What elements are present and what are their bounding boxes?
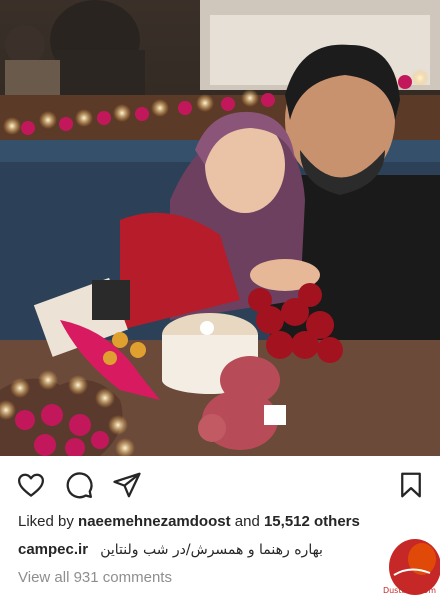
post-image — [0, 0, 440, 456]
likes-count[interactable]: 15,512 others — [264, 513, 360, 530]
post-actions-bar — [0, 456, 440, 512]
caption-text: بهاره رهنما و همسرش/در شب ولنتاین — [100, 542, 323, 558]
post-caption: campec.ir بهاره رهنما و همسرش/در شب ولنت… — [18, 541, 323, 558]
view-all-comments-link[interactable]: View all 931 comments — [18, 569, 172, 586]
heart-icon[interactable] — [16, 470, 46, 500]
likes-joiner: and — [234, 513, 260, 530]
likes-prefix: Liked by — [18, 513, 74, 530]
comment-bubble-icon[interactable] — [64, 470, 94, 500]
post-photo[interactable] — [0, 0, 440, 456]
paper-plane-icon[interactable] — [112, 470, 142, 500]
watermark-logo: Dustaan.com — [380, 529, 440, 599]
bookmark-icon[interactable] — [396, 470, 426, 500]
liked-by-username[interactable]: naeemehnezamdoost — [78, 513, 231, 530]
watermark-site: Dustaan.com — [382, 586, 436, 595]
caption-username[interactable]: campec.ir — [18, 541, 88, 558]
likes-summary: Liked by naeemehnezamdoost and 15,512 ot… — [18, 513, 360, 530]
